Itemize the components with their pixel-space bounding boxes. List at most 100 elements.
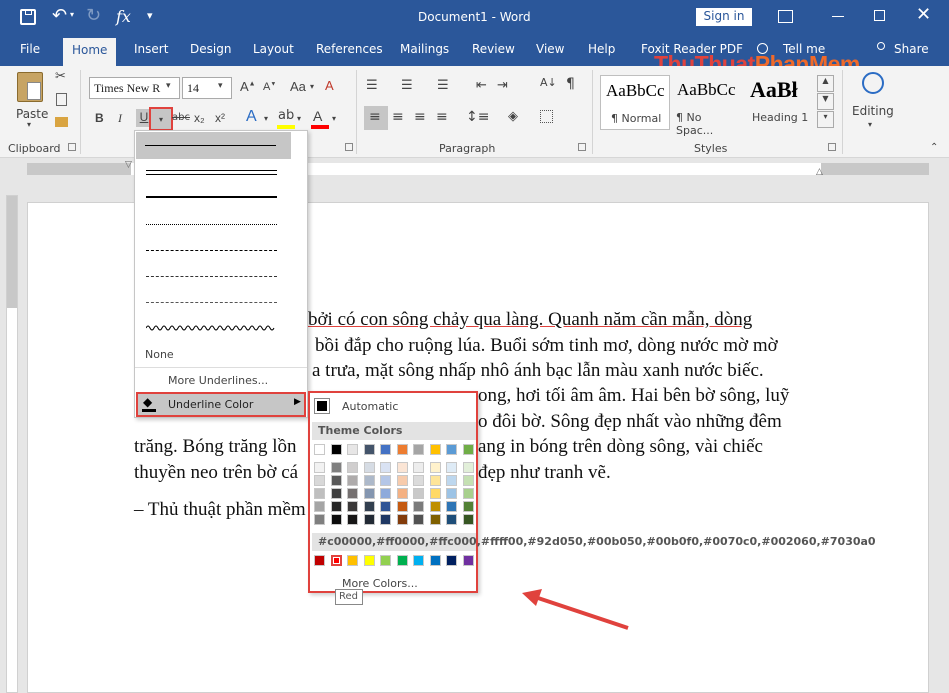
styles-scroll-down-icon[interactable]: ▼ bbox=[817, 93, 834, 110]
theme-shade-swatch[interactable] bbox=[347, 462, 358, 473]
theme-shade-swatch[interactable] bbox=[380, 475, 391, 486]
theme-shade-swatch[interactable] bbox=[462, 475, 474, 486]
tab-mailings[interactable]: Mailings bbox=[400, 42, 449, 56]
theme-shade-swatch[interactable] bbox=[429, 501, 441, 512]
numbering-icon[interactable]: ☰ bbox=[401, 78, 413, 93]
copy-icon[interactable] bbox=[56, 93, 67, 106]
automatic-color-option[interactable]: Automatic bbox=[342, 400, 398, 413]
theme-shade-swatch[interactable] bbox=[462, 488, 474, 499]
theme-shade-swatch[interactable] bbox=[330, 462, 342, 473]
theme-color-swatch[interactable] bbox=[462, 444, 474, 455]
share-button[interactable]: Share bbox=[894, 42, 929, 56]
underline-option-dashed[interactable] bbox=[136, 238, 291, 264]
paste-button[interactable]: Paste bbox=[16, 107, 48, 121]
standard-color-swatch[interactable] bbox=[429, 555, 441, 566]
theme-shade-swatch[interactable] bbox=[429, 514, 441, 525]
standard-color-swatch[interactable] bbox=[462, 555, 474, 566]
standard-color-swatch[interactable] bbox=[380, 555, 391, 566]
underline-none[interactable]: None bbox=[145, 348, 174, 361]
theme-shade-swatch[interactable] bbox=[347, 475, 358, 486]
style-normal[interactable]: AaBbCc ¶ Normal bbox=[600, 75, 670, 130]
increase-indent-icon[interactable]: ⇥ bbox=[497, 78, 508, 93]
theme-shade-swatch[interactable] bbox=[330, 514, 342, 525]
theme-shade-swatch[interactable] bbox=[396, 475, 408, 486]
indent-marker[interactable]: ▽ bbox=[125, 160, 132, 170]
subscript-button[interactable]: x₂ bbox=[194, 111, 205, 125]
line-spacing-icon[interactable]: ↕≡ bbox=[466, 109, 489, 125]
styles-launcher-icon[interactable] bbox=[828, 143, 836, 151]
underline-option-wave[interactable] bbox=[136, 316, 291, 342]
theme-shade-swatch[interactable] bbox=[314, 488, 325, 499]
theme-shade-swatch[interactable] bbox=[396, 501, 408, 512]
font-size-combo[interactable]: 14 bbox=[182, 77, 232, 99]
redo-icon[interactable]: ↻ bbox=[86, 5, 101, 26]
justify-icon[interactable]: ≡ bbox=[436, 109, 448, 125]
theme-shade-swatch[interactable] bbox=[396, 488, 408, 499]
underline-option-dot-dash[interactable] bbox=[136, 264, 291, 290]
tab-view[interactable]: View bbox=[536, 42, 564, 56]
bullets-icon[interactable]: ☰ bbox=[366, 78, 378, 93]
strikethrough-button[interactable]: abc bbox=[172, 112, 190, 123]
borders-icon[interactable] bbox=[540, 110, 553, 123]
theme-shade-swatch[interactable] bbox=[429, 462, 441, 473]
theme-shade-swatch[interactable] bbox=[446, 501, 457, 512]
editing-dropdown-icon[interactable]: ▾ bbox=[868, 120, 872, 129]
format-painter-icon[interactable] bbox=[55, 117, 68, 127]
theme-color-swatch[interactable] bbox=[347, 444, 358, 455]
theme-shade-swatch[interactable] bbox=[446, 514, 457, 525]
paste-dropdown-icon[interactable]: ▾ bbox=[27, 120, 31, 129]
theme-shade-swatch[interactable] bbox=[429, 475, 441, 486]
theme-shade-swatch[interactable] bbox=[347, 501, 358, 512]
shading-icon[interactable]: ◈ bbox=[508, 109, 518, 124]
underline-dropdown-button[interactable]: ▾ bbox=[149, 107, 173, 131]
theme-shade-swatch[interactable] bbox=[363, 501, 375, 512]
theme-color-swatch[interactable] bbox=[446, 444, 457, 455]
theme-shade-swatch[interactable] bbox=[363, 488, 375, 499]
theme-shade-swatch[interactable] bbox=[446, 488, 457, 499]
paste-icon[interactable] bbox=[17, 72, 43, 102]
theme-shade-swatch[interactable] bbox=[330, 488, 342, 499]
standard-color-swatch[interactable] bbox=[314, 555, 325, 566]
undo-icon[interactable]: ↶ bbox=[52, 5, 67, 26]
highlight-dropdown-icon[interactable]: ▾ bbox=[297, 114, 301, 123]
tab-file[interactable]: File bbox=[20, 42, 40, 56]
theme-shade-swatch[interactable] bbox=[330, 475, 342, 486]
tab-help[interactable]: Help bbox=[588, 42, 615, 56]
font-launcher-icon[interactable] bbox=[345, 143, 353, 151]
theme-color-swatch[interactable] bbox=[363, 444, 375, 455]
theme-shade-swatch[interactable] bbox=[380, 514, 391, 525]
theme-shade-swatch[interactable] bbox=[446, 475, 457, 486]
theme-color-swatch[interactable] bbox=[396, 444, 408, 455]
theme-shade-swatch[interactable] bbox=[429, 488, 441, 499]
underline-option-thick[interactable] bbox=[136, 186, 291, 212]
multilevel-list-icon[interactable]: ☰ bbox=[437, 78, 449, 93]
standard-color-swatch[interactable] bbox=[446, 555, 457, 566]
theme-shade-swatch[interactable] bbox=[413, 475, 424, 486]
maximize-button[interactable] bbox=[874, 10, 885, 21]
shrink-font-icon[interactable]: A▼ bbox=[263, 81, 276, 93]
italic-button[interactable]: I bbox=[118, 111, 122, 126]
right-indent-marker[interactable]: △ bbox=[816, 167, 823, 177]
show-formatting-icon[interactable]: ¶ bbox=[566, 76, 575, 92]
find-icon[interactable] bbox=[862, 72, 884, 94]
decrease-indent-icon[interactable]: ⇤ bbox=[476, 78, 487, 93]
theme-shade-swatch[interactable] bbox=[347, 514, 358, 525]
theme-shade-swatch[interactable] bbox=[330, 501, 342, 512]
theme-shade-swatch[interactable] bbox=[314, 462, 325, 473]
tab-insert[interactable]: Insert bbox=[134, 42, 168, 56]
underline-option-double[interactable] bbox=[136, 160, 291, 186]
standard-color-swatch[interactable] bbox=[413, 555, 424, 566]
underline-color-item[interactable]: ◆ Underline Color ▶ bbox=[136, 392, 306, 417]
align-right-icon[interactable]: ≡ bbox=[414, 109, 426, 125]
undo-dropdown-icon[interactable]: ▾ bbox=[70, 10, 74, 19]
underline-option-dot-dot-dash[interactable] bbox=[136, 290, 291, 316]
theme-shade-swatch[interactable] bbox=[314, 514, 325, 525]
theme-shade-swatch[interactable] bbox=[380, 462, 391, 473]
theme-shade-swatch[interactable] bbox=[462, 462, 474, 473]
theme-color-swatch[interactable] bbox=[330, 444, 342, 455]
standard-color-swatch[interactable] bbox=[396, 555, 408, 566]
theme-color-swatch[interactable] bbox=[413, 444, 424, 455]
customize-toolbar-icon[interactable]: ▾ bbox=[147, 9, 153, 22]
tab-home[interactable]: Home bbox=[63, 38, 117, 66]
theme-shade-swatch[interactable] bbox=[363, 475, 375, 486]
